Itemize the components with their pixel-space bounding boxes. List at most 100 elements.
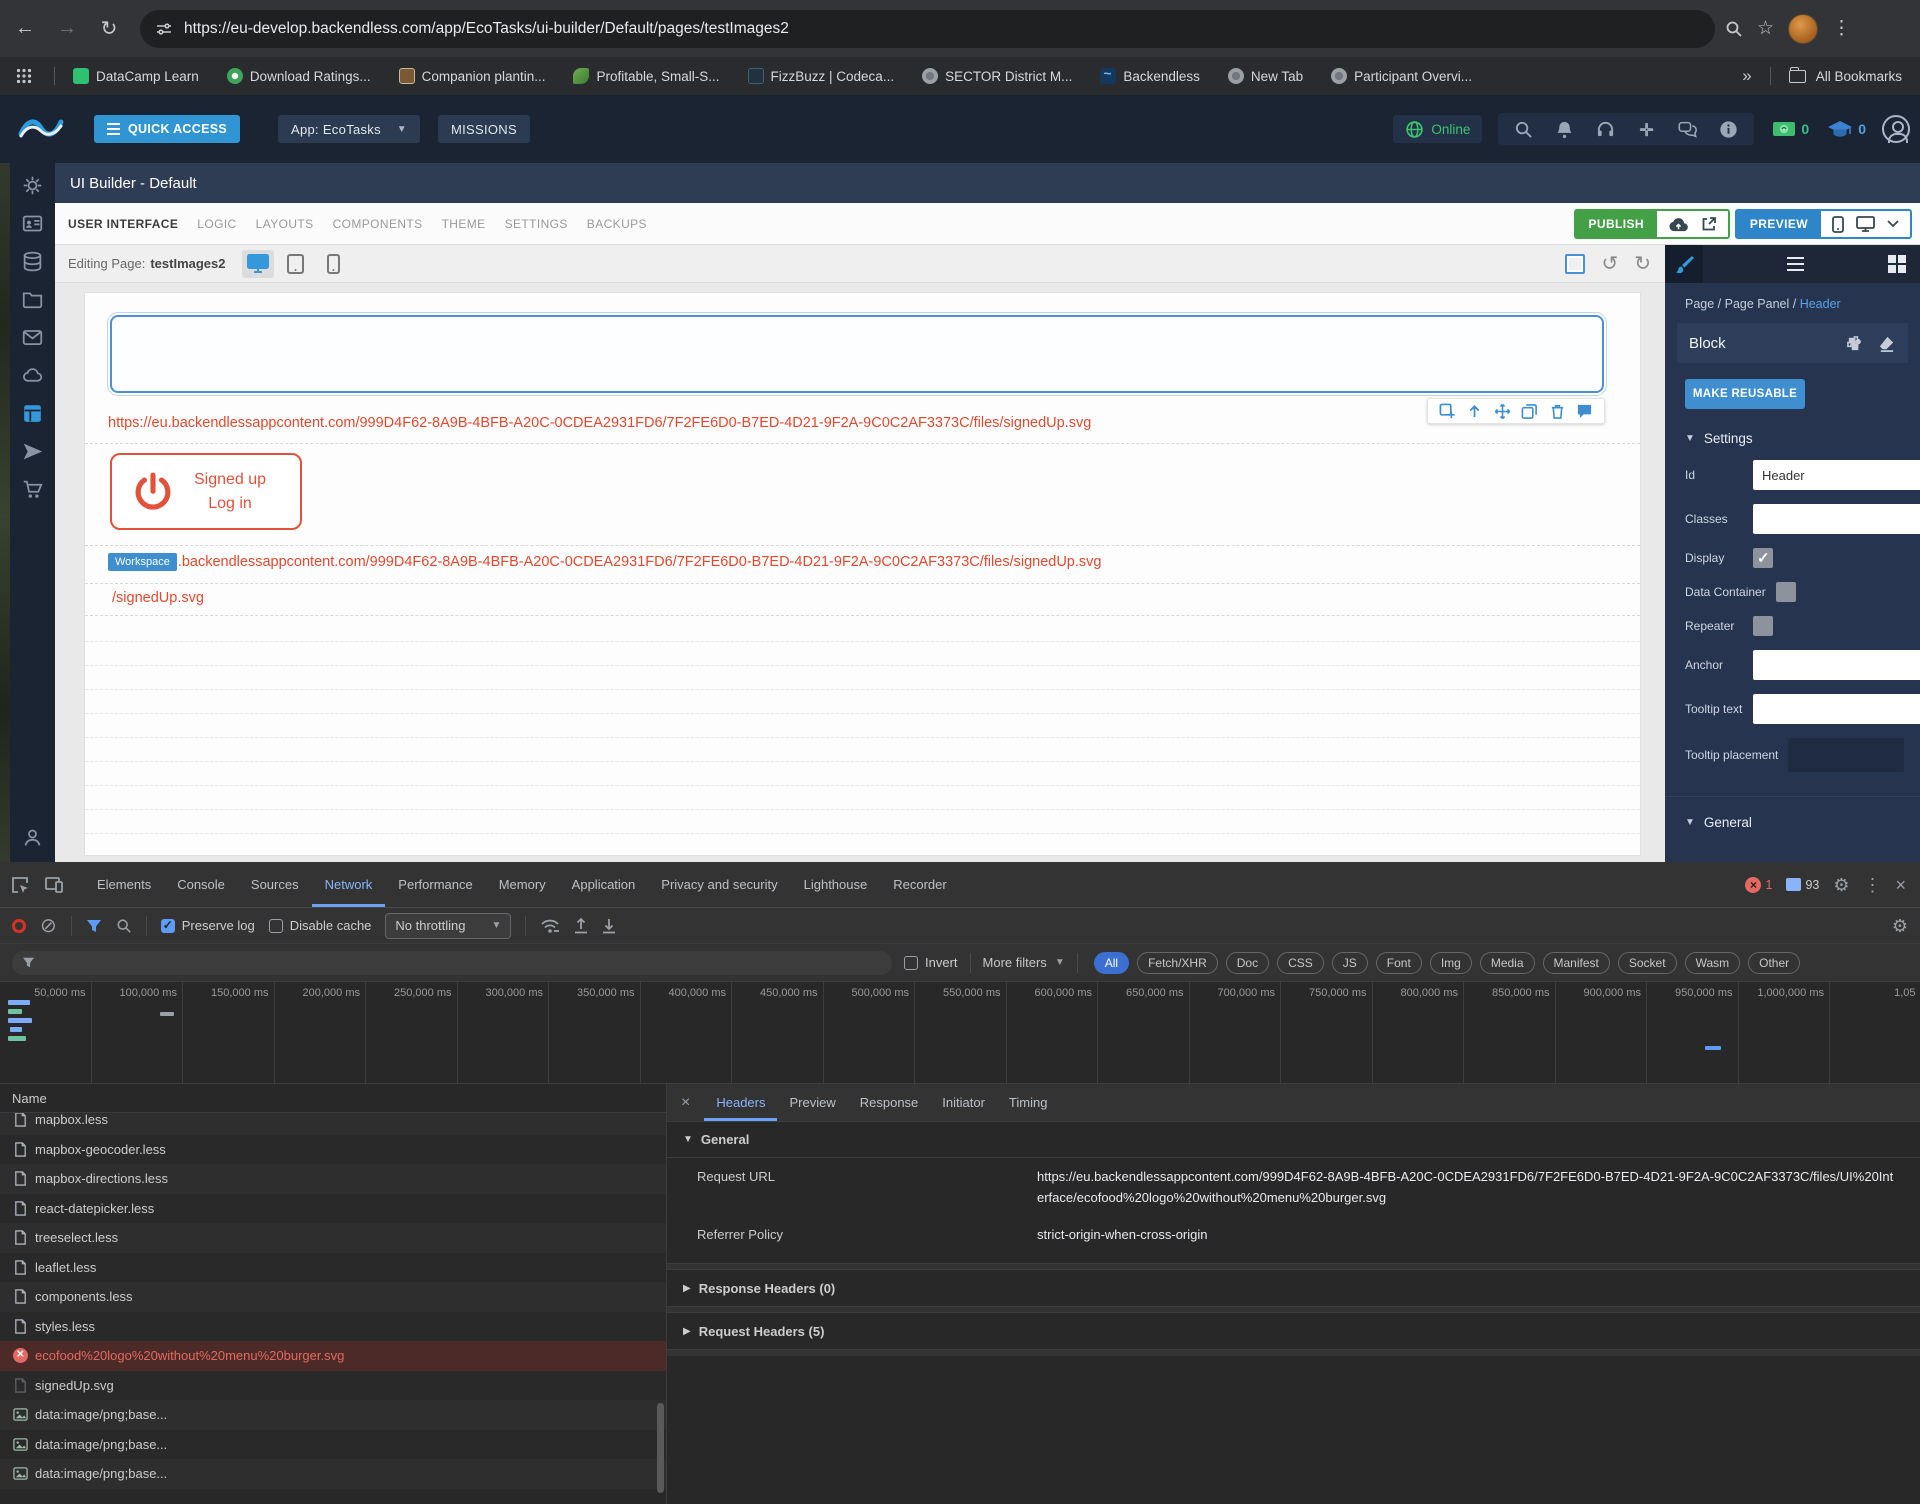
classes-input[interactable] bbox=[1753, 504, 1920, 534]
details-tab[interactable]: Headers bbox=[704, 1084, 778, 1121]
filter-pill[interactable]: Manifest bbox=[1542, 951, 1610, 974]
export-har-icon[interactable] bbox=[602, 917, 616, 934]
device-toolbar-icon[interactable] bbox=[44, 875, 64, 895]
devtools-close-icon[interactable]: × bbox=[1895, 876, 1906, 894]
publish-send-icon[interactable] bbox=[22, 441, 43, 462]
bookmark-star-icon[interactable]: ☆ bbox=[1757, 17, 1774, 40]
settings-section-header[interactable]: ▼ Settings bbox=[1665, 431, 1920, 446]
browser-menu-icon[interactable]: ⋮ bbox=[1832, 17, 1851, 40]
layout-grid-icon[interactable] bbox=[1888, 255, 1906, 273]
filter-pill[interactable]: Fetch/XHR bbox=[1137, 951, 1218, 974]
request-row[interactable]: ecofood%20logo%20without%20menu%20burger… bbox=[0, 1341, 666, 1371]
quick-access-button[interactable]: QUICK ACCESS bbox=[94, 115, 240, 143]
user-settings-icon[interactable] bbox=[22, 827, 43, 848]
filter-pill[interactable]: Media bbox=[1479, 951, 1535, 974]
reload-button[interactable]: ↻ bbox=[92, 12, 126, 46]
request-headers-section[interactable]: ▶ Request Headers (5) bbox=[667, 1313, 1920, 1349]
bookmark-item[interactable]: DataCamp Learn bbox=[73, 68, 199, 84]
open-published-icon[interactable] bbox=[1701, 216, 1717, 232]
devtools-tab[interactable]: Privacy and security bbox=[648, 862, 790, 907]
details-tab[interactable]: Timing bbox=[997, 1084, 1060, 1121]
issues-count[interactable]: 93 bbox=[1786, 878, 1819, 892]
filter-pill[interactable]: CSS bbox=[1277, 951, 1324, 974]
invert-checkbox[interactable]: Invert bbox=[904, 955, 958, 970]
integrations-icon[interactable] bbox=[1637, 120, 1656, 139]
learning-counter[interactable]: 0 bbox=[1827, 120, 1866, 138]
devtools-tab[interactable]: Performance bbox=[385, 862, 485, 907]
back-button[interactable]: ← bbox=[8, 12, 42, 46]
database-icon[interactable] bbox=[22, 251, 43, 272]
url-input[interactable] bbox=[184, 19, 1634, 38]
preview-desktop-icon[interactable] bbox=[1856, 216, 1875, 232]
request-row[interactable]: leaflet.less bbox=[0, 1252, 666, 1282]
account-avatar-icon[interactable] bbox=[1882, 115, 1910, 143]
devtools-tab[interactable]: Elements bbox=[84, 862, 164, 907]
more-filters-button[interactable]: More filters ▼ bbox=[983, 955, 1065, 970]
filter-pill[interactable]: Font bbox=[1375, 951, 1422, 974]
request-row[interactable]: data:image/png;base... bbox=[0, 1400, 666, 1430]
console-error-count[interactable]: × 1 bbox=[1745, 876, 1772, 893]
chat-icon[interactable] bbox=[1678, 120, 1698, 139]
request-row[interactable]: mapbox-directions.less bbox=[0, 1164, 666, 1194]
bookmark-item[interactable]: New Tab bbox=[1227, 68, 1303, 84]
marketplace-cart-icon[interactable] bbox=[22, 479, 43, 500]
eraser-icon[interactable] bbox=[1877, 334, 1896, 353]
messaging-icon[interactable] bbox=[22, 327, 43, 348]
devtools-menu-icon[interactable]: ⋮ bbox=[1863, 876, 1881, 894]
info-icon[interactable] bbox=[1719, 120, 1738, 139]
general-section-header[interactable]: ▼ General bbox=[1665, 796, 1920, 830]
request-row[interactable]: mapbox.less bbox=[0, 1113, 666, 1135]
builder-tab[interactable]: BACKUPS bbox=[587, 217, 647, 231]
clear-network-log-icon[interactable]: ⊘ bbox=[40, 916, 57, 936]
team-badge-icon[interactable] bbox=[22, 213, 43, 234]
data-container-checkbox[interactable] bbox=[1775, 582, 1796, 602]
support-headset-icon[interactable] bbox=[1596, 120, 1615, 139]
ui-builder-icon[interactable] bbox=[22, 403, 43, 424]
apps-grid-icon[interactable] bbox=[16, 68, 32, 84]
devtools-settings-gear-icon[interactable]: ⚙ bbox=[1833, 876, 1849, 894]
preview-button[interactable]: PREVIEW bbox=[1736, 211, 1821, 237]
canvas-select-mode-icon[interactable] bbox=[1565, 253, 1586, 274]
add-component-icon[interactable] bbox=[1439, 403, 1456, 420]
billing-counter[interactable]: 0 bbox=[1772, 121, 1809, 137]
filter-pill[interactable]: Doc bbox=[1225, 951, 1270, 974]
image-url-text-2[interactable]: .backendlessappcontent.com/999D4F62-8A9B… bbox=[178, 554, 1102, 570]
network-overview-timeline[interactable]: 50,000 ms 100,000 ms 150,000 ms 200,000 ms 2… bbox=[0, 982, 1920, 1084]
devtools-tab[interactable]: Lighthouse bbox=[791, 862, 881, 907]
filter-pill[interactable]: Socket bbox=[1617, 951, 1677, 974]
bookmark-item[interactable]: Companion plantin... bbox=[398, 68, 545, 84]
close-details-icon[interactable]: × bbox=[681, 1094, 690, 1112]
cloud-code-icon[interactable] bbox=[22, 365, 43, 386]
devtools-tab[interactable]: Network bbox=[311, 862, 386, 907]
name-column-header[interactable]: Name bbox=[0, 1084, 666, 1113]
devtools-tab[interactable]: Console bbox=[164, 862, 238, 907]
request-row[interactable]: mapbox-geocoder.less bbox=[0, 1134, 666, 1164]
comment-icon[interactable] bbox=[1576, 403, 1593, 420]
image-url-text[interactable]: https://eu.backendlessappcontent.com/999… bbox=[108, 415, 1091, 431]
network-settings-gear-icon[interactable]: ⚙ bbox=[1892, 917, 1908, 935]
filter-input[interactable] bbox=[12, 950, 892, 975]
search-icon[interactable] bbox=[1514, 120, 1533, 139]
request-row[interactable]: data:image/png;base... bbox=[0, 1459, 666, 1489]
puzzle-icon[interactable] bbox=[1846, 334, 1865, 353]
builder-tab[interactable]: USER INTERFACE bbox=[68, 217, 178, 231]
disable-cache-checkbox[interactable]: Disable cache bbox=[268, 918, 371, 933]
scrollbar-thumb[interactable] bbox=[657, 1403, 664, 1493]
files-folder-icon[interactable] bbox=[22, 289, 43, 310]
selected-header-block[interactable] bbox=[107, 312, 1607, 396]
filter-pill[interactable]: All bbox=[1093, 951, 1130, 974]
select-parent-icon[interactable] bbox=[1466, 403, 1483, 420]
tooltip-placement-select[interactable] bbox=[1788, 738, 1904, 772]
backendless-logo[interactable] bbox=[18, 116, 64, 142]
details-tab[interactable]: Response bbox=[848, 1084, 931, 1121]
filter-pill[interactable]: Wasm bbox=[1684, 951, 1741, 974]
request-row[interactable]: data:image/png;base... bbox=[0, 1429, 666, 1459]
record-network-log-icon[interactable] bbox=[12, 918, 26, 933]
browser-profile-avatar[interactable] bbox=[1788, 13, 1819, 44]
inspect-element-icon[interactable] bbox=[10, 875, 30, 895]
display-checkbox[interactable] bbox=[1753, 548, 1773, 568]
notifications-bell-icon[interactable] bbox=[1555, 120, 1574, 139]
signup-login-button[interactable]: Signed up Log in bbox=[110, 453, 302, 530]
breadcrumb-current[interactable]: Header bbox=[1800, 297, 1841, 311]
builder-tab[interactable]: COMPONENTS bbox=[333, 217, 423, 231]
